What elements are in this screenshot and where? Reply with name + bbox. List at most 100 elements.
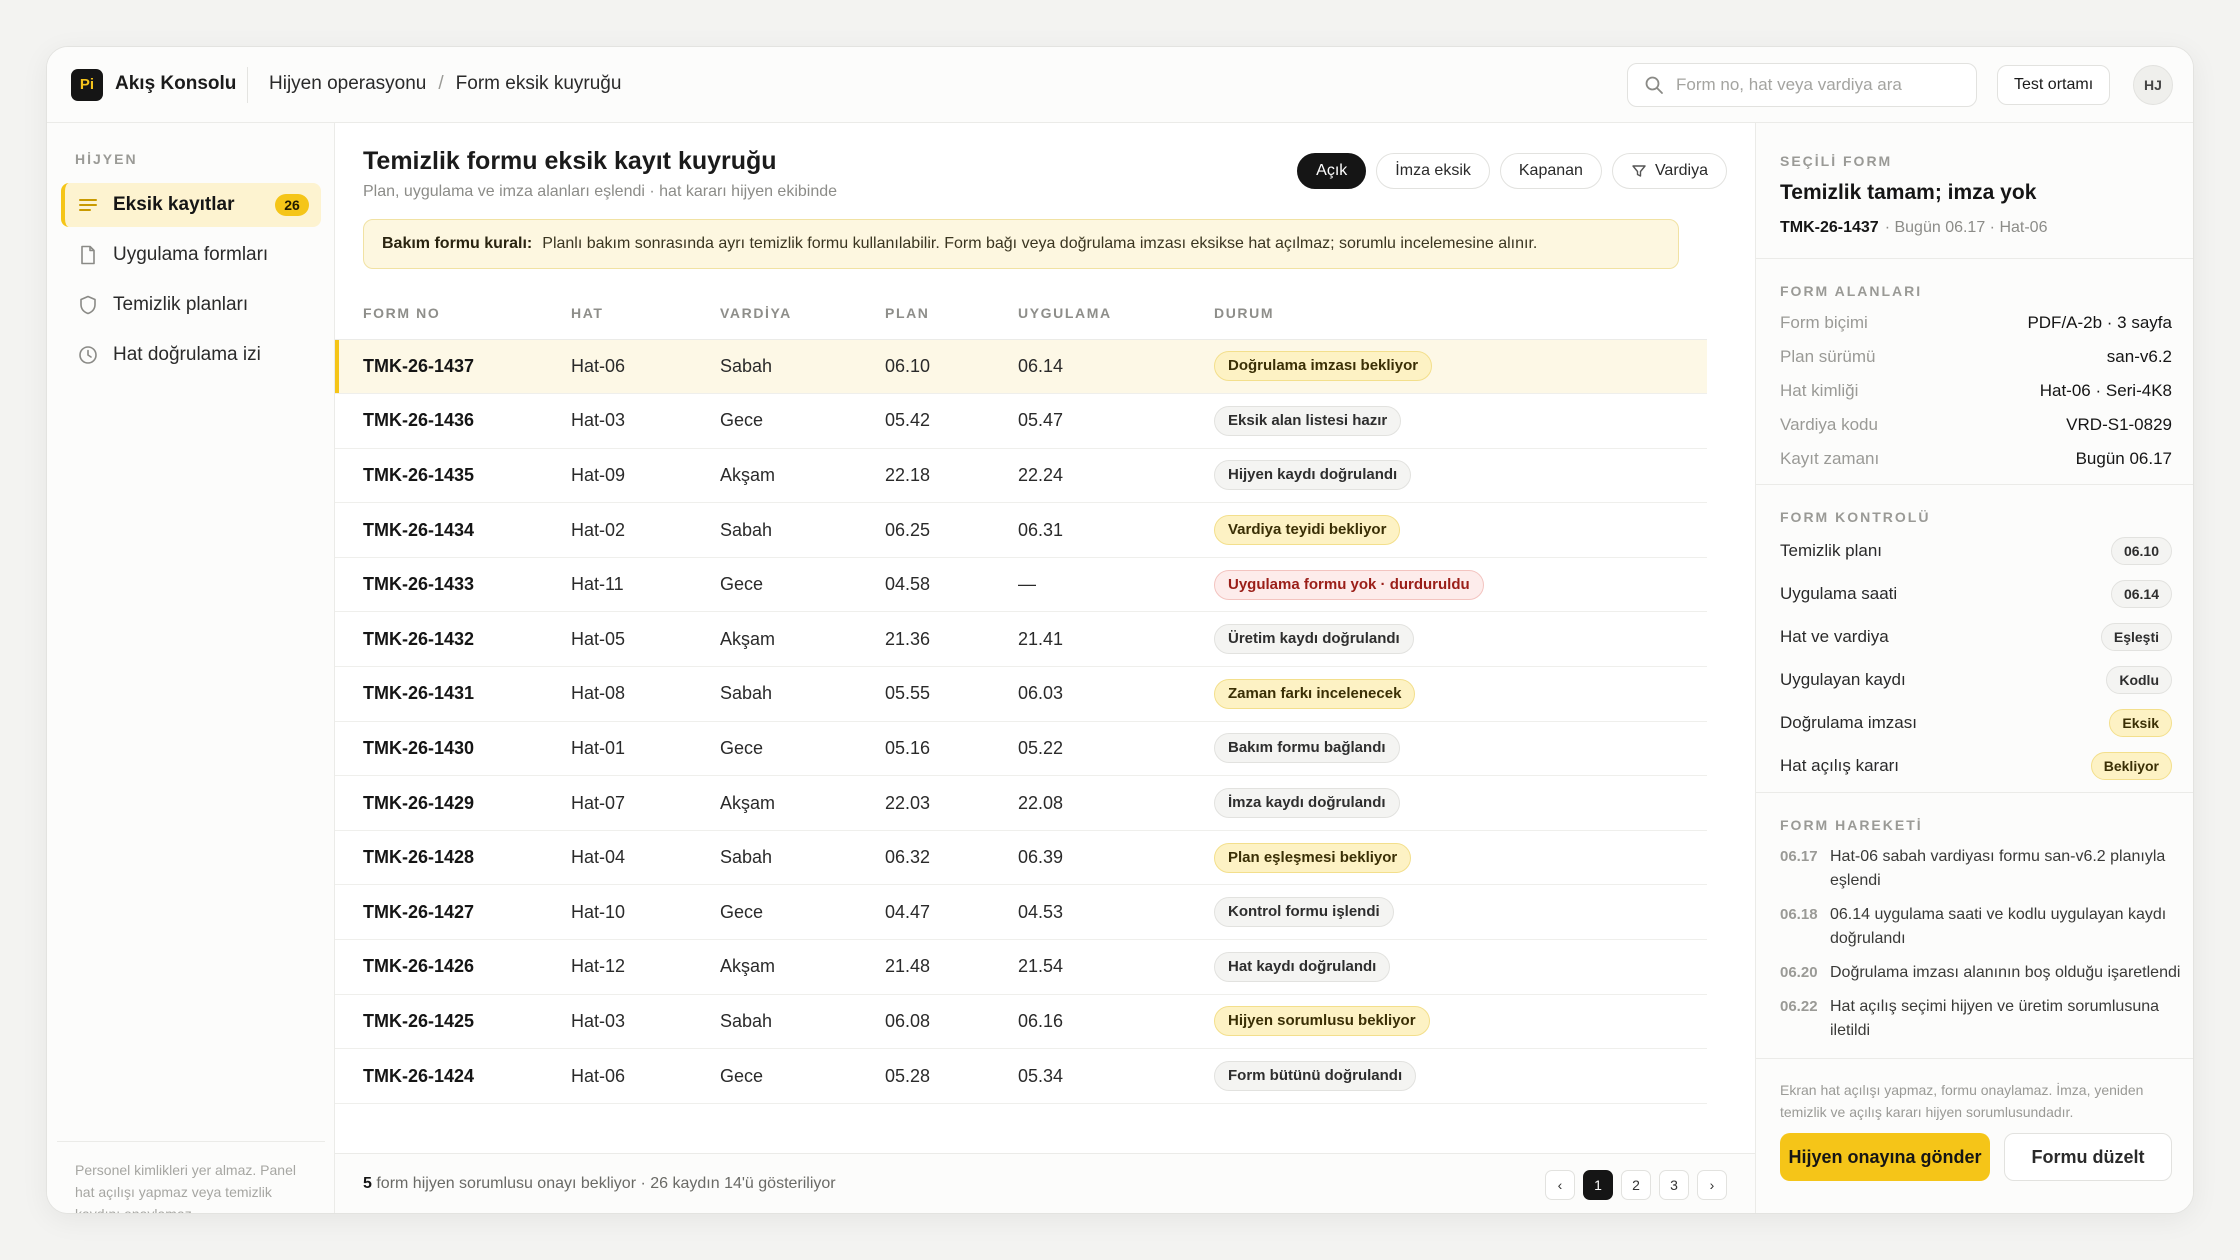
history-text: Doğrulama imzası alanının boş olduğu işa… — [1830, 964, 2181, 981]
shift-cell: Akşam — [720, 939, 885, 995]
shift-cell: Sabah — [720, 994, 885, 1050]
application-time: 21.54 — [1018, 939, 1214, 995]
status-cell: Üretim kaydı doğrulandı — [1214, 611, 1707, 668]
form-control-section: FORM KONTROLÜ Temizlik planı 06.10 Uygula… — [1756, 485, 2193, 793]
avatar[interactable]: HJ — [2133, 65, 2173, 105]
line-cell: Hat-05 — [571, 611, 720, 668]
field-row: Hat kimliği Hat-06 · Seri-4K8 — [1780, 381, 2172, 401]
breadcrumb: Hijyen operasyonu / Form eksik kuyruğu — [269, 73, 621, 95]
sidebar-footer-note: Personel kimlikleri yer almaz. Panel hat… — [75, 1162, 296, 1214]
status-badge: Vardiya teyidi bekliyor — [1214, 515, 1401, 546]
sidebar-item-eksik-kayitlar[interactable]: Eksik kayıtlar 26 — [61, 183, 321, 227]
form-history-section: FORM HAREKETİ 06.17 Hat-06 sabah vardiyas… — [1756, 793, 2193, 1059]
control-value-badge: Kodlu — [2106, 666, 2172, 694]
form-number: TMK-26-1429 — [335, 775, 571, 831]
line-cell: Hat-11 — [571, 557, 720, 613]
breadcrumb-item[interactable]: Hijyen operasyonu — [269, 73, 426, 95]
filter-imza-eksik[interactable]: İmza eksik — [1376, 153, 1490, 189]
filter-vardiya[interactable]: Vardiya — [1611, 153, 1727, 189]
form-number: TMK-26-1436 — [335, 393, 571, 449]
table-row[interactable]: TMK-26-1432 Hat-05 Akşam 21.36 21.41 Üretim k… — [335, 611, 1707, 668]
table-row[interactable]: TMK-26-1424 Hat-06 Gece 05.28 05.34 Form bütü… — [335, 1048, 1707, 1104]
table-row[interactable]: TMK-26-1434 Hat-02 Sabah 06.25 06.31 Vardiya … — [335, 502, 1707, 558]
shift-cell: Gece — [720, 884, 885, 941]
search-input[interactable] — [1676, 72, 1966, 98]
control-value-badge: 06.10 — [2110, 537, 2172, 565]
selected-form-title: Temizlik tamam; imza yok — [1780, 181, 2037, 204]
table-row[interactable]: TMK-26-1433 Hat-11 Gece 04.58— Uygulama form… — [335, 557, 1707, 613]
column-header[interactable]: PLAN — [885, 287, 1018, 340]
status-badge: Plan eşleşmesi bekliyor — [1214, 842, 1412, 873]
form-number: TMK-26-1433 — [335, 557, 571, 613]
table-row[interactable]: TMK-26-1430 Hat-01 Gece 05.16 05.22 Bakım for… — [335, 721, 1707, 777]
page-button[interactable]: 2 — [1621, 1170, 1651, 1200]
field-key: Form biçimi — [1780, 313, 1868, 332]
column-header[interactable]: VARDİYA — [720, 287, 885, 340]
table-row[interactable]: TMK-26-1436 Hat-03 Gece 05.42 05.47 Eksik ala… — [335, 393, 1707, 449]
status-cell: Uygulama formu yok · durduruldu — [1214, 557, 1707, 613]
line-cell: Hat-02 — [571, 502, 720, 558]
prev-page-button[interactable]: ‹ — [1545, 1170, 1575, 1200]
page-button[interactable]: 1 — [1583, 1170, 1613, 1200]
sidebar-item-temizlik-planlari[interactable]: Temizlik planları — [61, 283, 321, 327]
control-key: Doğrulama imzası — [1780, 713, 1917, 732]
sidebar-item-label: Uygulama formları — [113, 244, 269, 265]
column-header[interactable]: UYGULAMA — [1018, 287, 1214, 340]
status-cell: Form bütünü doğrulandı — [1214, 1048, 1707, 1104]
sidebar-item-hat-dogrulama-izi[interactable]: Hat doğrulama izi — [61, 333, 321, 377]
plan-time: 06.10 — [885, 339, 1018, 395]
divider — [57, 1141, 325, 1142]
control-key: Hat açılış kararı — [1780, 756, 1900, 775]
table-row[interactable]: TMK-26-1428 Hat-04 Sabah 06.32 06.39 Plan eşl… — [335, 830, 1707, 886]
application-time: 04.53 — [1018, 884, 1214, 941]
shift-cell: Akşam — [720, 448, 885, 504]
form-number: TMK-26-1426 — [335, 939, 571, 995]
line-cell: Hat-06 — [571, 339, 720, 395]
filter-acik[interactable]: Açık — [1297, 153, 1367, 189]
table-row[interactable]: TMK-26-1437 Hat-06 Sabah 06.10 06.14 Doğrulam… — [335, 339, 1707, 395]
table-row[interactable]: TMK-26-1435 Hat-09 Akşam 22.18 22.24 Hijyen k… — [335, 448, 1707, 504]
status-badge: Zaman farkı incelenecek — [1214, 678, 1416, 709]
footer-summary: 5 form hijyen sorumlusu onayı bekliyor ·… — [363, 1175, 836, 1193]
shift-cell: Sabah — [720, 830, 885, 886]
clock-icon — [79, 346, 97, 364]
history-item: 06.20 Doğrulama imzası alanının boş olduğ… — [1780, 961, 2190, 985]
environment-button[interactable]: Test ortamı — [1997, 65, 2111, 105]
table-row[interactable]: TMK-26-1429 Hat-07 Akşam 22.03 22.08 İmza kay… — [335, 775, 1707, 831]
status-cell: Kontrol formu işlendi — [1214, 884, 1707, 941]
filter-label: Vardiya — [1654, 162, 1708, 179]
form-number: TMK-26-1432 — [335, 611, 571, 668]
table-row[interactable]: TMK-26-1425 Hat-03 Sabah 06.08 06.16 Hijyen s… — [335, 994, 1707, 1050]
shield-icon — [80, 295, 96, 315]
section-heading: FORM HAREKETİ — [1780, 817, 1923, 833]
control-key: Temizlik planı — [1780, 541, 1883, 560]
sidebar-item-uygulama-formlari[interactable]: Uygulama formları — [61, 233, 321, 277]
field-key: Plan sürümü — [1780, 347, 1876, 366]
section-heading: FORM ALANLARI — [1780, 283, 1923, 299]
filter-kapanan[interactable]: Kapanan — [1499, 153, 1602, 189]
edit-form-button[interactable]: Formu düzelt — [2004, 1133, 2172, 1181]
column-header[interactable]: DURUM — [1214, 287, 1707, 340]
status-cell: Hat kaydı doğrulandı — [1214, 939, 1707, 995]
table-row[interactable]: TMK-26-1431 Hat-08 Sabah 05.55 06.03 Zaman fa… — [335, 666, 1707, 722]
next-page-button[interactable]: › — [1697, 1170, 1727, 1200]
field-key: Vardiya kodu — [1780, 415, 1878, 434]
list-icon — [79, 199, 97, 211]
column-header[interactable]: HAT — [571, 287, 720, 340]
form-number: TMK-26-1434 — [335, 502, 571, 558]
status-cell: Hijyen sorumlusu bekliyor — [1214, 994, 1707, 1050]
page-button[interactable]: 3 — [1659, 1170, 1689, 1200]
panel-note: Ekran hat açılışı yapmaz, formu onaylama… — [1780, 1082, 2144, 1120]
line-cell: Hat-08 — [571, 666, 720, 722]
send-to-hygiene-approval-button[interactable]: Hijyen onayına gönder — [1780, 1133, 1990, 1181]
search-box[interactable] — [1627, 63, 1977, 107]
control-row: Uygulama saati 06.14 — [1780, 580, 2172, 608]
table-row[interactable]: TMK-26-1426 Hat-12 Akşam 21.48 21.54 Hat kayd… — [335, 939, 1707, 995]
plan-time: 05.55 — [885, 666, 1018, 722]
count-badge: 26 — [275, 194, 309, 216]
table-row[interactable]: TMK-26-1427 Hat-10 Gece 04.47 04.53 Kontrol f… — [335, 884, 1707, 941]
column-header[interactable]: FORM NO — [335, 287, 571, 340]
plan-time: 22.18 — [885, 448, 1018, 504]
plan-time: 05.28 — [885, 1048, 1018, 1104]
sidebar-item-label: Hat doğrulama izi — [113, 344, 261, 365]
